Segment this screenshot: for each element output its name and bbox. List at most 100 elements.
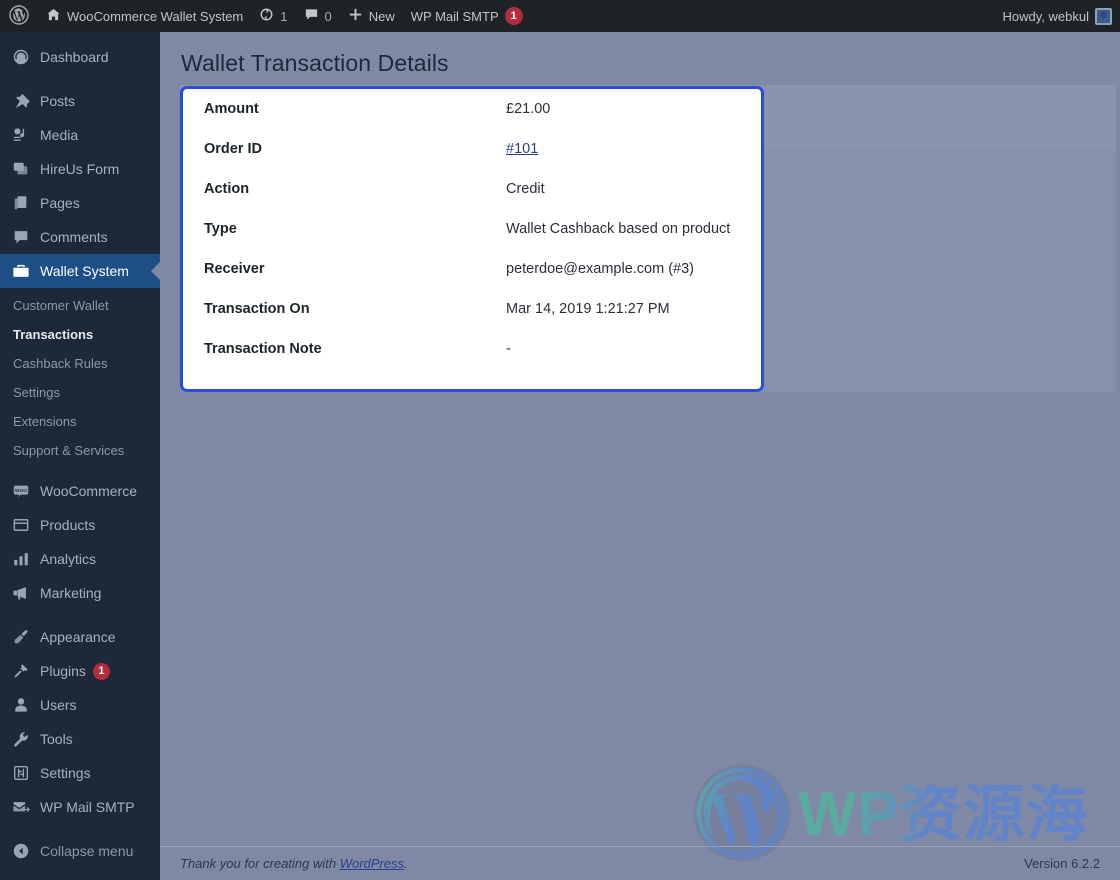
page-title: Wallet Transaction Details <box>181 50 449 76</box>
sidebar-separator <box>0 610 160 620</box>
my-account-button[interactable]: Howdy, webkul <box>995 0 1120 32</box>
sidebar-item-label: WP Mail SMTP <box>40 799 135 815</box>
sidebar-item-label: WooCommerce <box>40 483 137 499</box>
sidebar-item-label: HireUs Form <box>40 161 120 177</box>
marketing-icon <box>11 583 31 603</box>
comments-icon <box>11 227 31 247</box>
wordpress-logo-icon <box>9 4 29 28</box>
sidebar-item-plugins[interactable]: Plugins 1 <box>0 654 160 688</box>
row-label: Action <box>204 181 250 197</box>
site-name-label: WooCommerce Wallet System <box>67 8 244 24</box>
sidebar-item-posts[interactable]: Posts <box>0 84 160 118</box>
row-value-order-id: #101 <box>506 129 761 169</box>
row-value-transaction-note: - <box>506 341 511 357</box>
admin-bar: WooCommerce Wallet System 1 0 New WP Mai… <box>0 0 1120 32</box>
table-row: Amount £21.00 <box>183 89 761 129</box>
sidebar-item-label: Plugins <box>40 663 86 679</box>
footer-credit-prefix: Thank you for creating with <box>180 856 340 871</box>
submenu-item-customer-wallet[interactable]: Customer Wallet <box>0 291 160 320</box>
watermark-text: WP资源海 <box>798 780 1089 849</box>
sidebar-item-settings[interactable]: Settings <box>0 756 160 790</box>
sidebar-item-label: Pages <box>40 195 80 211</box>
sidebar-item-hireus-form[interactable]: HireUs Form <box>0 152 160 186</box>
mail-icon <box>11 797 31 817</box>
wp-mail-smtp-button[interactable]: WP Mail SMTP 1 <box>403 0 531 32</box>
home-icon <box>46 7 61 25</box>
sidebar-item-label: Settings <box>40 765 91 781</box>
sidebar-item-analytics[interactable]: Analytics <box>0 542 160 576</box>
row-value-amount: £21.00 <box>506 101 551 117</box>
transaction-details-card: Amount £21.00 Order ID #101 Action Credi… <box>180 86 764 392</box>
updates-button[interactable]: 1 <box>251 0 295 32</box>
sidebar-item-label: Comments <box>40 229 108 245</box>
submenu-item-support-services[interactable]: Support & Services <box>0 436 160 465</box>
order-id-link[interactable]: #101 <box>506 141 538 157</box>
sidebar-item-comments[interactable]: Comments <box>0 220 160 254</box>
pin-icon <box>11 91 31 111</box>
row-label: Amount <box>204 101 259 117</box>
sidebar-item-woocommerce[interactable]: WOO WooCommerce <box>0 474 160 508</box>
footer-version: Version 6.2.2 <box>1024 856 1100 871</box>
site-name-button[interactable]: WooCommerce Wallet System <box>38 0 251 32</box>
sidebar-item-label: Marketing <box>40 585 102 601</box>
sidebar-item-wp-mail-smtp[interactable]: WP Mail SMTP <box>0 790 160 824</box>
admin-footer: Thank you for creating with WordPress. V… <box>160 846 1120 880</box>
sidebar-item-label: Wallet System <box>40 263 129 279</box>
wordpress-link[interactable]: WordPress <box>340 856 404 871</box>
row-label: Transaction On <box>204 301 310 317</box>
wordpress-logo-button[interactable] <box>0 0 38 32</box>
submenu-item-transactions[interactable]: Transactions <box>0 320 160 349</box>
howdy-label: Howdy, webkul <box>1002 8 1089 24</box>
sidebar-item-label: Posts <box>40 93 76 109</box>
footer-credit: Thank you for creating with WordPress. <box>180 856 408 871</box>
users-icon <box>11 695 31 715</box>
collapse-menu-label: Collapse menu <box>40 843 134 859</box>
sidebar-item-dashboard[interactable]: Dashboard <box>0 40 160 74</box>
sidebar-item-label: Products <box>40 517 96 533</box>
analytics-icon <box>11 549 31 569</box>
updates-icon <box>259 7 274 25</box>
sidebar-item-media[interactable]: Media <box>0 118 160 152</box>
sidebar-item-label: Users <box>40 697 77 713</box>
sidebar-item-appearance[interactable]: Appearance <box>0 620 160 654</box>
sidebar-item-label: Tools <box>40 731 73 747</box>
row-label: Transaction Note <box>204 341 322 357</box>
sidebar-item-label: Media <box>40 127 79 143</box>
sidebar-separator <box>0 824 160 834</box>
admin-sidebar: Dashboard Posts Media HireUs Form Pages … <box>0 32 160 880</box>
comments-button[interactable]: 0 <box>296 0 340 32</box>
footer-credit-suffix: . <box>404 856 408 871</box>
sidebar-item-tools[interactable]: Tools <box>0 722 160 756</box>
wp-mail-smtp-badge: 1 <box>504 7 523 25</box>
sidebar-item-users[interactable]: Users <box>0 688 160 722</box>
collapse-menu-button[interactable]: Collapse menu <box>0 834 160 868</box>
sidebar-item-label: Analytics <box>40 551 97 567</box>
woocommerce-icon: WOO <box>11 481 31 501</box>
content-area: Wallet Transaction Details Amount £21.00… <box>160 32 1120 880</box>
appearance-icon <box>11 627 31 647</box>
new-content-button[interactable]: New <box>340 0 403 32</box>
row-value-type: Wallet Cashback based on product <box>506 221 731 237</box>
submenu-item-settings[interactable]: Settings <box>0 378 160 407</box>
svg-text:WOO: WOO <box>15 488 27 494</box>
sidebar-item-wallet-system[interactable]: Wallet System <box>0 254 160 288</box>
plugins-icon <box>11 661 31 681</box>
submenu-item-extensions[interactable]: Extensions <box>0 407 160 436</box>
table-row: Order ID #101 <box>183 129 761 169</box>
table-row: Transaction Note - <box>183 329 761 369</box>
table-row: Receiver peterdoe@example.com (#3) <box>183 249 761 289</box>
submenu-item-cashback-rules[interactable]: Cashback Rules <box>0 349 160 378</box>
pages-icon <box>11 193 31 213</box>
updates-count: 1 <box>280 8 288 24</box>
sidebar-item-marketing[interactable]: Marketing <box>0 576 160 610</box>
forms-icon <box>11 159 31 179</box>
tools-icon <box>11 729 31 749</box>
wallet-icon <box>11 261 31 281</box>
new-content-label: New <box>368 8 395 24</box>
sidebar-item-products[interactable]: Products <box>0 508 160 542</box>
sidebar-top-gap <box>0 32 160 40</box>
wp-mail-smtp-label: WP Mail SMTP <box>410 8 499 24</box>
row-label: Type <box>204 221 237 237</box>
row-value-receiver: peterdoe@example.com (#3) <box>506 261 695 277</box>
sidebar-item-pages[interactable]: Pages <box>0 186 160 220</box>
